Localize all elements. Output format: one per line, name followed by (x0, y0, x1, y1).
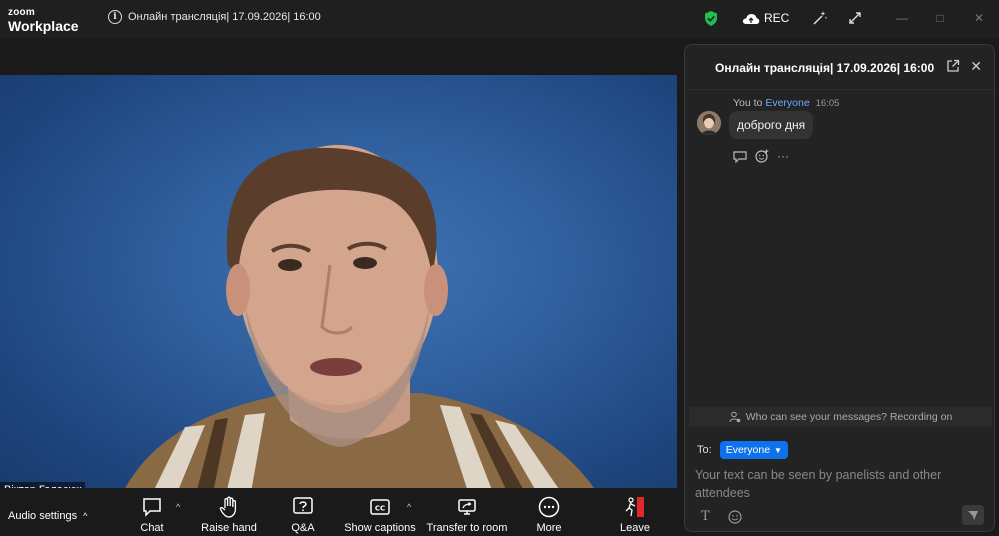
privacy-notice[interactable]: Who can see your messages? Recording on (689, 407, 992, 427)
info-icon[interactable]: i (108, 10, 122, 24)
leave-door-icon (625, 497, 644, 517)
meeting-title: Онлайн трансляція| 17.09.2026| 16:00 (128, 11, 321, 23)
svg-text:CC: CC (375, 505, 385, 513)
chat-panel-title: Онлайн трансляція| 17.09.2026| 16:00 (715, 61, 935, 75)
recipient-value: Everyone (725, 444, 771, 456)
transfer-to-room-button[interactable]: Transfer to room (426, 496, 508, 534)
reply-icon[interactable] (733, 150, 747, 163)
more-icon (538, 496, 560, 518)
closed-captions-icon: CC (370, 499, 390, 515)
audio-settings-label: Audio settings (8, 510, 78, 522)
popout-icon[interactable] (946, 59, 960, 73)
cloud-upload-icon (742, 13, 760, 24)
shield-check-icon[interactable] (704, 11, 718, 26)
more-options-icon[interactable]: ··· (777, 149, 789, 163)
send-icon (968, 511, 978, 520)
audio-settings-button[interactable]: Audio settings ^ (8, 510, 87, 522)
logo-line1: zoom (8, 7, 35, 18)
more-label: More (536, 522, 562, 534)
message-recipient: Everyone (765, 97, 810, 109)
send-button[interactable] (962, 505, 984, 525)
rec-label: REC (764, 11, 790, 25)
participant-figure (120, 145, 600, 498)
recipient-row: To: Everyone ▼ (697, 441, 788, 459)
transfer-icon (458, 499, 476, 515)
more-button[interactable]: More (535, 496, 563, 534)
leave-button[interactable]: Leave (619, 496, 651, 534)
fullscreen-icon[interactable] (847, 10, 863, 26)
chat-icon (143, 498, 161, 517)
leave-label: Leave (620, 522, 650, 534)
to-label: To: (697, 444, 712, 456)
chevron-up-icon[interactable]: ^ (83, 511, 87, 521)
video-stage: Віктор Галасюк (0, 38, 680, 498)
transfer-to-room-label: Transfer to room (426, 522, 508, 534)
show-captions-label: Show captions (344, 522, 416, 534)
message-actions: ··· (733, 149, 789, 163)
participant-video[interactable]: Віктор Галасюк (0, 75, 677, 498)
chat-options-chevron-icon[interactable]: ^ (176, 502, 180, 512)
meeting-info[interactable]: i Онлайн трансляція| 17.09.2026| 16:00 (108, 10, 321, 24)
message-to-word: to (753, 97, 763, 109)
text-format-icon[interactable]: T (701, 509, 710, 524)
message-bubble[interactable]: доброго дня (729, 111, 814, 139)
emoji-icon[interactable] (728, 509, 742, 524)
chat-button[interactable]: Chat (138, 496, 166, 534)
show-captions-button[interactable]: CC Show captions (344, 496, 416, 534)
chevron-down-icon: ▼ (774, 445, 782, 455)
qa-icon (293, 497, 313, 514)
magic-wand-icon[interactable] (812, 10, 828, 26)
qa-label: Q&A (291, 522, 315, 534)
emoji-reaction-icon[interactable] (755, 149, 769, 163)
message-time: 16:05 (815, 98, 840, 109)
captions-options-chevron-icon[interactable]: ^ (407, 502, 411, 512)
user-visibility-icon (729, 411, 740, 423)
raise-hand-label: Raise hand (201, 522, 257, 534)
avatar (697, 111, 721, 135)
raise-hand-button[interactable]: Raise hand (200, 496, 258, 534)
maximize-icon[interactable]: □ (934, 12, 946, 24)
privacy-notice-text: Who can see your messages? Recording on (745, 411, 953, 423)
composer-tools: T (701, 509, 742, 524)
message-meta: You to Everyone 16:05 (733, 97, 839, 109)
cloud-recording-indicator[interactable]: REC (742, 11, 789, 25)
message-sender: You (733, 97, 751, 109)
zoom-logo: zoom Workplace (8, 7, 79, 34)
chat-panel-header: Онлайн трансляція| 17.09.2026| 16:00 ✕ (685, 45, 994, 90)
minimize-icon[interactable]: — (896, 12, 908, 24)
logo-line2: Workplace (8, 18, 79, 34)
message-input[interactable]: Your text can be seen by panelists and o… (695, 466, 975, 502)
meeting-toolbar: Audio settings ^ Chat ^ Raise hand Q&A C… (0, 488, 684, 536)
close-icon[interactable]: ✕ (970, 58, 982, 75)
chat-panel: Онлайн трансляція| 17.09.2026| 16:00 ✕ Y… (684, 44, 995, 532)
title-bar: zoom Workplace i Онлайн трансляція| 17.0… (0, 0, 999, 38)
chat-label: Chat (140, 522, 164, 534)
window-close-icon[interactable]: ✕ (973, 12, 985, 24)
qa-button[interactable]: Q&A (290, 496, 316, 534)
hand-icon (219, 496, 237, 518)
recipient-dropdown[interactable]: Everyone ▼ (719, 441, 788, 459)
